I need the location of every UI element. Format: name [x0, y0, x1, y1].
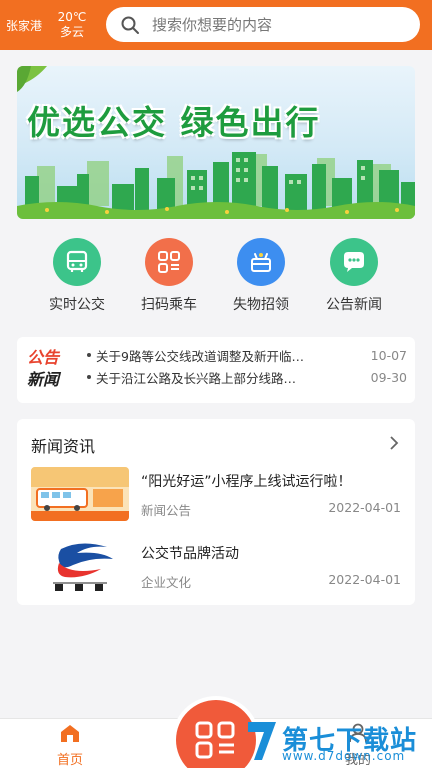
bus-icon [53, 238, 101, 286]
notice-item[interactable]: 关于9路等公交线改道调整及新开临… 10-07 [87, 345, 407, 365]
quick-nav-notice-news[interactable]: 公告新闻 [309, 238, 399, 314]
news-date: 2022-04-01 [328, 500, 401, 515]
city-selector[interactable]: 张家港 [6, 17, 52, 34]
bus-festival-logo [31, 539, 129, 593]
lost-found-icon [237, 238, 285, 286]
quick-nav-scan-ride[interactable]: 扫码乘车 [124, 238, 214, 314]
notice-logo-line1: 公告 [27, 348, 60, 367]
notice-news-logo: 公告 新闻 [27, 347, 75, 391]
bullet-icon [87, 353, 91, 357]
bullet-icon [87, 375, 91, 379]
search-input[interactable] [152, 15, 402, 34]
notice-date: 09-30 [370, 369, 407, 385]
top-bar: 张家港 20℃ 多云 [0, 0, 432, 50]
chevron-right-icon[interactable] [387, 434, 401, 452]
quick-nav-label: 公告新闻 [326, 297, 382, 313]
quick-nav-label: 扫码乘车 [141, 297, 197, 313]
scan-qr-icon [145, 238, 193, 286]
promo-banner[interactable]: 优选公交 绿色出行 [17, 66, 415, 219]
notice-card: 公告 新闻 关于9路等公交线改道调整及新开临… 10-07 关于沿江公路及长兴路… [17, 337, 415, 403]
quick-nav-lost-found[interactable]: 失物招领 [216, 238, 306, 314]
news-item[interactable]: “阳光好运”小程序上线试运行啦！ 新闻公告 2022-04-01 [31, 467, 401, 523]
watermark-logo-icon [248, 722, 276, 760]
weather-widget: 20℃ 多云 [52, 10, 92, 40]
news-thumbnail [31, 467, 129, 521]
quick-nav-label: 失物招领 [233, 297, 289, 313]
quick-nav-realtime-bus[interactable]: 实时公交 [32, 238, 122, 314]
notice-logo-line2: 新闻 [27, 370, 60, 389]
home-icon [61, 725, 79, 742]
notice-date: 10-07 [370, 347, 407, 363]
notice-text: 关于9路等公交线改道调整及新开临… [96, 348, 304, 364]
watermark-url: www.d7down.com [282, 749, 406, 763]
news-date: 2022-04-01 [328, 572, 401, 587]
news-headline: “阳光好运”小程序上线试运行啦！ [141, 474, 352, 490]
scan-qr-icon [195, 721, 235, 759]
news-item[interactable]: 公交节品牌活动 企业文化 2022-04-01 [31, 539, 401, 595]
search-bar[interactable] [106, 7, 420, 42]
tab-home-label: 首页 [56, 753, 83, 768]
banner-slogan: 优选公交 绿色出行 [27, 103, 321, 142]
news-headline: 公交节品牌活动 [141, 546, 239, 562]
quick-nav: 实时公交 扫码乘车 失物招领 公告新闻 [0, 238, 432, 313]
search-icon [121, 16, 139, 34]
news-category: 新闻公告 [141, 503, 192, 518]
temperature: 20℃ [57, 10, 87, 24]
news-card: 新闻资讯 “阳光好运”小程序上线试运行啦！ 新闻公告 2022-04-01 公交… [17, 419, 415, 605]
news-section-title: 新闻资讯 [31, 437, 96, 456]
tab-home[interactable]: 首页 [40, 723, 100, 768]
notice-item[interactable]: 关于沿江公路及长兴路上部分线路… 09-30 [87, 367, 407, 387]
site-watermark: 第七下载站 www.d7down.com [242, 716, 432, 768]
chat-bubble-icon [330, 238, 378, 286]
weather-condition: 多云 [59, 25, 84, 39]
quick-nav-label: 实时公交 [49, 297, 105, 313]
notice-text: 关于沿江公路及长兴路上部分线路… [96, 370, 297, 386]
news-category: 企业文化 [141, 575, 192, 590]
